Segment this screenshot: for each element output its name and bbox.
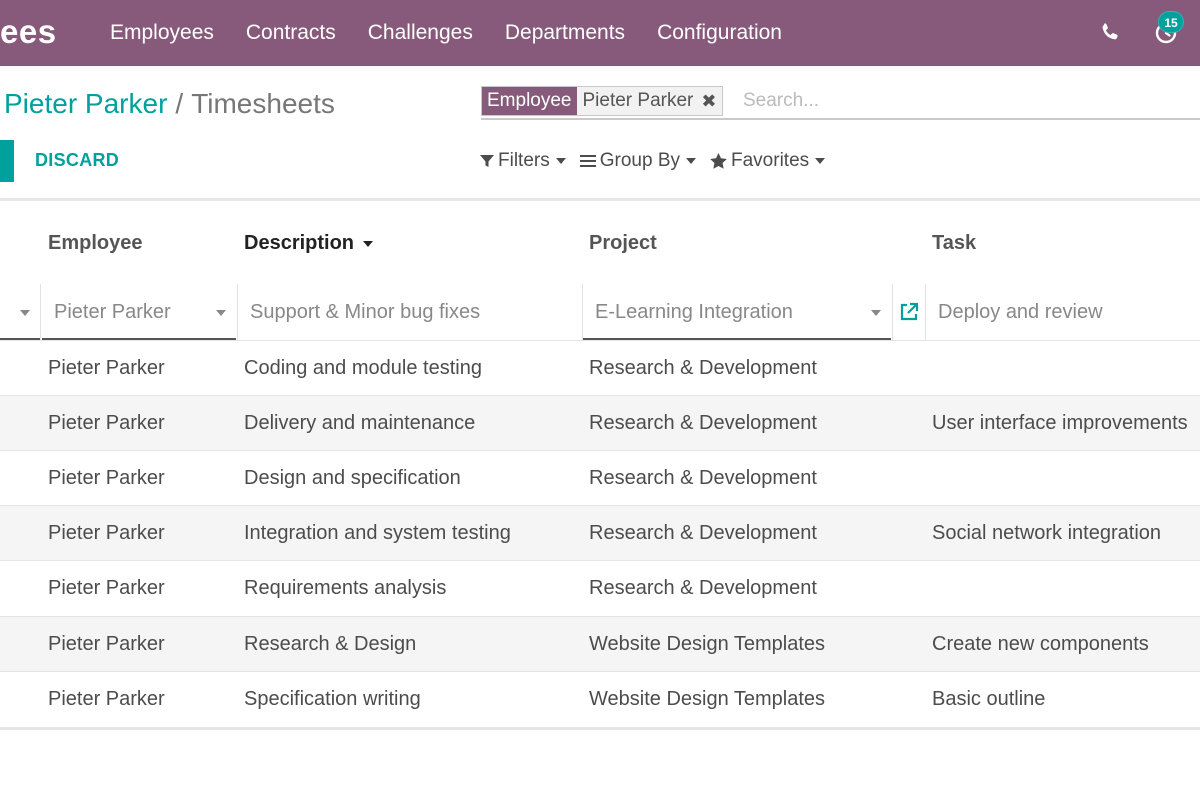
breadcrumb-current: Timesheets <box>191 88 335 119</box>
cell-description: Coding and module testing <box>244 357 482 379</box>
cell-employee: Pieter Parker <box>48 633 165 655</box>
project-field-value: E-Learning Integration <box>595 301 793 323</box>
menu-configuration[interactable]: Configuration <box>657 0 782 66</box>
task-field-value: Deploy and review <box>938 301 1103 323</box>
filter-icon <box>480 155 494 167</box>
cell-description: Specification writing <box>244 688 421 710</box>
cell-divider <box>582 284 583 340</box>
group-by-icon <box>579 155 596 167</box>
project-field[interactable]: E-Learning Integration <box>583 284 891 341</box>
save-button[interactable] <box>0 140 14 182</box>
search-options: Filters Group By Favorites <box>480 150 839 172</box>
chevron-down-icon <box>815 158 826 164</box>
favorites-button[interactable]: Favorites <box>710 150 826 172</box>
search-input[interactable] <box>743 86 1193 116</box>
remove-facet-icon[interactable]: ✖ <box>699 87 723 115</box>
cell-task: Create new components <box>932 633 1149 655</box>
breadcrumb: Pieter Parker / Timesheets <box>4 86 335 122</box>
breadcrumb-parent[interactable]: Pieter Parker <box>4 88 167 119</box>
phone-icon[interactable] <box>1098 20 1122 44</box>
group-by-button[interactable]: Group By <box>579 150 696 172</box>
cell-employee: Pieter Parker <box>48 522 165 544</box>
filters-button[interactable]: Filters <box>480 150 566 172</box>
header-task[interactable]: Task <box>932 230 976 256</box>
cell-description: Requirements analysis <box>244 577 447 599</box>
activity-count-badge: 15 <box>1158 11 1184 33</box>
menu-departments[interactable]: Departments <box>505 0 625 66</box>
cell-divider <box>925 284 926 340</box>
cell-project: Website Design Templates <box>589 688 826 710</box>
discard-button[interactable]: DISCARD <box>35 150 119 171</box>
cell-project: Research & Development <box>589 357 817 379</box>
app-name[interactable]: ees <box>0 12 57 52</box>
header-description-label: Description <box>244 232 355 254</box>
main-menu: Employees Contracts Challenges Departmen… <box>110 0 814 66</box>
editable-row: Pieter Parker Support & Minor bug fixes … <box>0 284 1200 341</box>
favorites-label: Favorites <box>731 150 810 171</box>
cell-task: Social network integration <box>932 522 1162 544</box>
chevron-down-icon <box>20 310 30 316</box>
cell-employee: Pieter Parker <box>48 412 165 434</box>
search-bar: Employee Pieter Parker ✖ <box>481 84 1200 120</box>
chevron-down-icon <box>555 158 566 164</box>
cell-divider <box>40 284 41 340</box>
table-row[interactable]: Pieter Parker Design and specification R… <box>0 450 1200 505</box>
filters-label: Filters <box>498 150 550 171</box>
task-field[interactable]: Deploy and review <box>926 284 1200 341</box>
chevron-down-icon <box>871 310 881 316</box>
cell-project: Research & Development <box>589 577 817 599</box>
cell-description: Integration and system testing <box>244 522 511 544</box>
cell-project: Research & Development <box>589 522 817 544</box>
date-field[interactable] <box>0 284 40 341</box>
cell-divider <box>892 284 893 340</box>
cell-employee: Pieter Parker <box>48 688 165 710</box>
cell-project: Website Design Templates <box>589 633 826 655</box>
header-project[interactable]: Project <box>589 230 657 256</box>
menu-employees[interactable]: Employees <box>110 0 214 66</box>
employee-field[interactable]: Pieter Parker <box>42 284 236 341</box>
menu-challenges[interactable]: Challenges <box>368 0 473 66</box>
table-row[interactable]: Pieter Parker Delivery and maintenance R… <box>0 395 1200 450</box>
table-row[interactable]: Pieter Parker Requirements analysis Rese… <box>0 560 1200 615</box>
cell-employee: Pieter Parker <box>48 577 165 599</box>
header-description[interactable]: Description <box>244 230 374 256</box>
description-field[interactable]: Support & Minor bug fixes <box>238 284 582 341</box>
star-icon <box>710 153 727 169</box>
cell-description: Design and specification <box>244 467 461 489</box>
facet-label: Employee <box>482 87 577 115</box>
cell-divider <box>237 284 238 340</box>
chevron-down-icon <box>216 310 226 316</box>
table-row[interactable]: Pieter Parker Coding and module testing … <box>0 340 1200 395</box>
cell-description: Research & Design <box>244 633 417 655</box>
control-panel-divider <box>0 198 1200 201</box>
cell-employee: Pieter Parker <box>48 467 165 489</box>
search-facet: Employee Pieter Parker ✖ <box>481 86 724 116</box>
table-row[interactable]: Pieter Parker Specification writing Webs… <box>0 671 1200 726</box>
facet-value: Pieter Parker <box>576 87 700 115</box>
chevron-down-icon <box>686 158 696 164</box>
group-by-label: Group By <box>599 150 680 171</box>
table-bottom-border <box>0 727 1200 730</box>
cell-task: User interface improvements <box>932 412 1188 434</box>
external-link-icon[interactable] <box>898 301 920 323</box>
cell-description: Delivery and maintenance <box>244 412 476 434</box>
top-navbar: ees Employees Contracts Challenges Depar… <box>0 0 1200 66</box>
sort-desc-icon <box>363 240 374 247</box>
breadcrumb-separator: / <box>175 88 184 119</box>
menu-contracts[interactable]: Contracts <box>246 0 336 66</box>
cell-project: Research & Development <box>589 467 817 489</box>
description-field-value: Support & Minor bug fixes <box>250 301 481 323</box>
table-row[interactable]: Pieter Parker Integration and system tes… <box>0 505 1200 560</box>
employee-field-value: Pieter Parker <box>54 301 171 323</box>
cell-task: Basic outline <box>932 688 1046 710</box>
cell-project: Research & Development <box>589 412 817 434</box>
cell-employee: Pieter Parker <box>48 357 165 379</box>
table-row[interactable]: Pieter Parker Research & Design Website … <box>0 616 1200 671</box>
header-employee[interactable]: Employee <box>48 230 142 256</box>
